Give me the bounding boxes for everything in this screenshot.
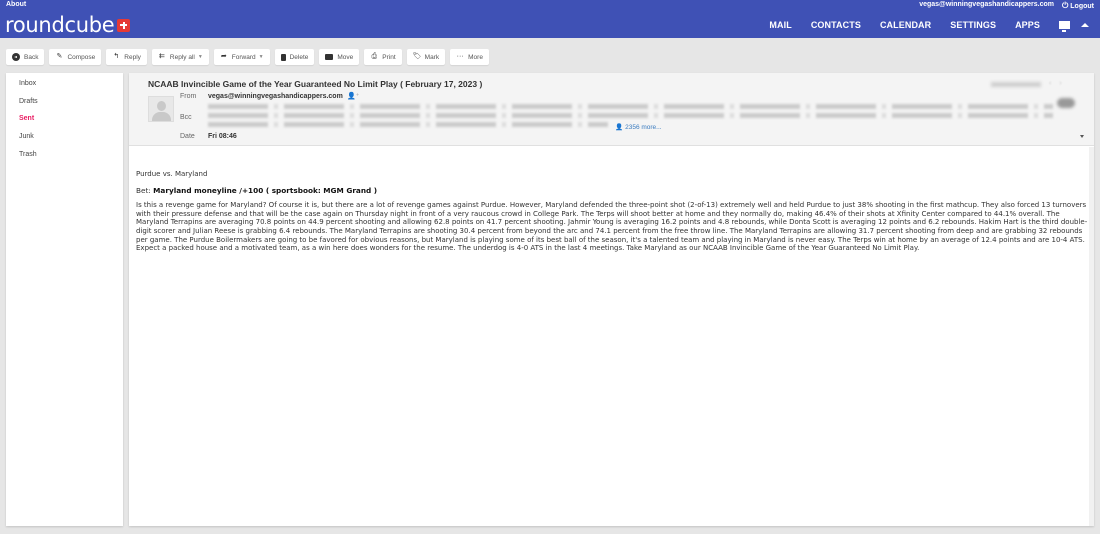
chevron-down-icon[interactable]: ▼ — [259, 54, 264, 60]
message-view: NCAAB Invincible Game of the Year Guaran… — [129, 73, 1094, 526]
forward-button[interactable]: ➦ Forward ▼ — [213, 49, 270, 65]
logout-button[interactable]: ⏻ Logout — [1062, 1, 1094, 11]
plus-icon — [117, 18, 131, 32]
roundcube-logo[interactable]: roundcube — [5, 13, 131, 37]
back-button[interactable]: Back — [6, 49, 45, 65]
bcc-recipients-blurred — [208, 122, 608, 127]
folder-inbox[interactable]: Inbox — [19, 80, 36, 87]
date-label: Date — [180, 133, 195, 140]
more-label: More — [468, 53, 483, 61]
compose-button[interactable]: ✎ Compose — [49, 49, 102, 65]
about-link[interactable]: About — [6, 1, 26, 8]
main-navigation: MAIL CONTACTS CALENDAR SETTINGS APPS — [769, 19, 1100, 32]
delete-button[interactable]: Delete — [274, 49, 315, 65]
sender-avatar — [148, 96, 174, 122]
nav-calendar[interactable]: CALENDAR — [880, 20, 931, 30]
print-button[interactable]: ⎙ Print — [364, 49, 402, 65]
mark-button[interactable]: 🏷 Mark — [406, 49, 446, 65]
reply-all-icon: ⇇ — [158, 53, 165, 60]
reply-icon: ↰ — [113, 53, 120, 60]
tag-icon: 🏷 — [412, 53, 422, 60]
reply-all-label: Reply all — [169, 53, 195, 61]
reply-label: Reply — [124, 53, 141, 61]
forward-icon: ➦ — [220, 53, 227, 60]
print-label: Print — [382, 53, 396, 61]
message-header: NCAAB Invincible Game of the Year Guaran… — [129, 73, 1094, 146]
add-contact-icon[interactable]: 👤⁺ — [347, 92, 359, 100]
monitor-icon[interactable] — [1059, 21, 1070, 32]
from-value[interactable]: vegas@winningvegashandicappers.com — [208, 93, 343, 100]
chevron-down-icon[interactable]: ▼ — [198, 54, 203, 60]
message-counter-blurred — [991, 82, 1041, 87]
top-bar: About roundcube vegas@winningvegashandic… — [0, 0, 1100, 38]
bcc-label: Bcc — [180, 114, 192, 121]
logo-text: roundcube — [5, 13, 115, 37]
mark-label: Mark — [424, 53, 440, 61]
date-value: Fri 08:46 — [208, 133, 237, 140]
bet-line: Bet: Maryland moneyline /+100 ( sportsbo… — [136, 185, 1088, 196]
ellipsis-icon: ··· — [456, 53, 464, 60]
folder-junk[interactable]: Junk — [19, 133, 34, 140]
bcc-recipients-blurred — [208, 113, 1053, 118]
user-email: vegas@winningvegashandicappers.com — [919, 1, 1054, 8]
toolbar: Back ✎ Compose ↰ Reply ⇇ Reply all ▼ ➦ Forwar… — [6, 49, 494, 65]
header-badge-blurred — [1057, 98, 1075, 108]
avatar-body — [152, 112, 171, 121]
bcc-recipients-blurred — [208, 104, 1053, 109]
from-label: From — [180, 93, 197, 100]
message-body: Purdue vs. Maryland Bet: Maryland moneyl… — [136, 170, 1088, 253]
folder-icon — [325, 54, 334, 60]
power-icon: ⏻ — [1061, 1, 1069, 10]
bcc-more-label: 2356 more... — [625, 124, 662, 131]
folder-list: Inbox Drafts Sent Junk Trash — [6, 73, 123, 526]
avatar-head — [157, 101, 166, 111]
delete-label: Delete — [289, 53, 309, 61]
message-nav-arrows[interactable]: ‹› — [1049, 80, 1070, 87]
more-button[interactable]: ··· More — [450, 49, 489, 65]
analysis-paragraph: Is this a revenge game for Maryland? Of … — [136, 201, 1088, 253]
message-subject: NCAAB Invincible Game of the Year Guaran… — [148, 79, 483, 89]
bet-value: Maryland moneyline /+100 ( sportsbook: M… — [153, 185, 378, 195]
nav-mail[interactable]: MAIL — [769, 20, 791, 30]
move-button[interactable]: Move — [319, 49, 360, 65]
folder-sent[interactable]: Sent — [19, 115, 34, 122]
person-icon: 👤 — [615, 124, 624, 131]
pencil-icon: ✎ — [56, 53, 63, 60]
nav-settings[interactable]: SETTINGS — [950, 20, 996, 30]
logout-label: Logout — [1070, 3, 1094, 10]
bet-label: Bet: — [136, 185, 151, 195]
back-icon — [12, 53, 20, 61]
header-toggle-icon[interactable] — [1080, 135, 1084, 138]
bcc-more-link[interactable]: 👤 2356 more... — [615, 123, 662, 131]
folder-trash[interactable]: Trash — [19, 151, 37, 158]
move-label: Move — [337, 53, 354, 61]
matchup-line: Purdue vs. Maryland — [136, 170, 208, 178]
nav-contacts[interactable]: CONTACTS — [811, 20, 861, 30]
nav-apps[interactable]: APPS — [1015, 20, 1040, 30]
back-label: Back — [24, 53, 39, 61]
compose-label: Compose — [67, 53, 96, 61]
printer-icon: ⎙ — [371, 53, 378, 60]
caret-up-icon[interactable] — [1081, 23, 1089, 27]
reply-button[interactable]: ↰ Reply — [106, 49, 147, 65]
trash-icon — [280, 53, 286, 61]
folder-drafts[interactable]: Drafts — [19, 98, 38, 105]
message-scrollbar[interactable] — [1089, 147, 1094, 526]
reply-all-button[interactable]: ⇇ Reply all ▼ — [151, 49, 209, 65]
forward-label: Forward — [231, 53, 256, 61]
